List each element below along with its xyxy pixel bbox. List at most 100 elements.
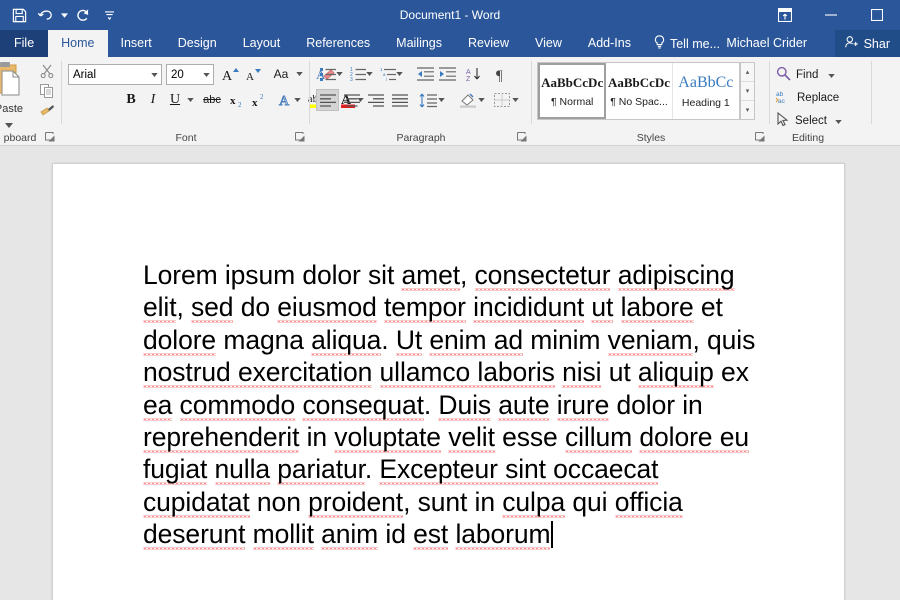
replace-button[interactable]: abac Replace bbox=[776, 87, 839, 109]
numbering-dropdown-icon[interactable] bbox=[364, 63, 375, 85]
document-text-run: minim bbox=[523, 325, 608, 355]
document-page[interactable]: Lorem ipsum dolor sit amet, consectetur … bbox=[52, 163, 845, 600]
show-formatting-marks-button[interactable]: ¶ bbox=[490, 63, 513, 85]
document-text-run bbox=[610, 260, 617, 290]
document-canvas[interactable]: Lorem ipsum dolor sit amet, consectetur … bbox=[0, 146, 900, 600]
word-application-window: Document1 - Word File Home Insert Design… bbox=[0, 0, 900, 600]
tab-insert[interactable]: Insert bbox=[108, 30, 165, 57]
paste-button[interactable]: Paste bbox=[0, 61, 34, 123]
document-line: elit, sed do eiusmod tempor incididunt u… bbox=[143, 291, 763, 323]
document-text-run: , quis bbox=[693, 325, 756, 355]
font-dialog-launcher-icon[interactable] bbox=[295, 132, 306, 143]
underline-button[interactable]: U bbox=[164, 89, 186, 111]
minimize-icon[interactable] bbox=[808, 0, 854, 30]
svg-text:ab: ab bbox=[776, 91, 784, 98]
misspelled-word: pariatur bbox=[277, 454, 365, 485]
account-name[interactable]: Michael Crider bbox=[726, 30, 807, 57]
ribbon-display-options-icon[interactable] bbox=[762, 0, 808, 30]
align-left-button[interactable] bbox=[316, 89, 339, 111]
select-dropdown-icon[interactable] bbox=[835, 115, 842, 127]
font-size-dropdown-icon[interactable] bbox=[199, 65, 213, 84]
select-button[interactable]: Select bbox=[776, 110, 842, 132]
italic-button[interactable]: I bbox=[142, 89, 164, 111]
tab-home[interactable]: Home bbox=[48, 30, 107, 57]
document-text-run bbox=[613, 292, 620, 322]
cut-button[interactable] bbox=[36, 61, 58, 81]
misspelled-word: sed bbox=[191, 292, 233, 323]
shrink-font-button[interactable]: A bbox=[242, 63, 264, 85]
misspelled-word: cillum bbox=[565, 422, 632, 453]
find-label: Find bbox=[796, 69, 818, 81]
misspelled-word: fugiat bbox=[143, 454, 207, 485]
tab-file[interactable]: File bbox=[0, 30, 48, 57]
justify-button[interactable] bbox=[388, 89, 411, 111]
find-dropdown-icon[interactable] bbox=[828, 69, 835, 81]
clipboard-small-buttons bbox=[36, 61, 58, 121]
ribbon-group-editing: Find abac Replace Select Edi bbox=[770, 57, 900, 146]
replace-icon: abac bbox=[776, 89, 792, 107]
tell-me-search[interactable]: Tell me... bbox=[644, 30, 730, 57]
multilevel-list-dropdown-icon[interactable] bbox=[394, 63, 405, 85]
align-right-button[interactable] bbox=[364, 89, 387, 111]
styles-more-icon[interactable]: ▾ bbox=[741, 101, 754, 119]
replace-label: Replace bbox=[797, 92, 839, 104]
svg-text:A: A bbox=[222, 69, 233, 83]
font-size-combobox[interactable]: 20 bbox=[166, 64, 214, 85]
style-item-no-spacing[interactable]: AaBbCcDc ¶ No Spac... bbox=[606, 63, 672, 119]
tab-view[interactable]: View bbox=[522, 30, 575, 57]
font-name-dropdown-icon[interactable] bbox=[147, 65, 161, 84]
underline-dropdown-icon[interactable] bbox=[185, 89, 196, 111]
misspelled-word: nostrud exercitation bbox=[143, 357, 372, 388]
styles-gallery-scrollbar[interactable]: ▴ ▾ ▾ bbox=[740, 62, 755, 120]
misspelled-word: nisi bbox=[562, 357, 601, 388]
sort-button[interactable]: AZ bbox=[462, 63, 485, 85]
copy-button[interactable] bbox=[36, 81, 58, 101]
styles-gallery: AaBbCcDc ¶ Normal AaBbCcDc ¶ No Spac... … bbox=[537, 62, 740, 120]
misspelled-word: ullamco laboris bbox=[380, 357, 555, 388]
tab-design[interactable]: Design bbox=[165, 30, 230, 57]
subscript-button[interactable]: x2 bbox=[228, 89, 250, 111]
misspelled-word: voluptate bbox=[334, 422, 441, 453]
line-spacing-dropdown-icon[interactable] bbox=[436, 89, 447, 111]
text-effects-dropdown-icon[interactable] bbox=[292, 89, 303, 111]
increase-indent-button[interactable] bbox=[436, 63, 459, 85]
misspelled-word: tempor bbox=[384, 292, 466, 323]
find-button[interactable]: Find bbox=[776, 64, 835, 86]
paste-dropdown-icon[interactable] bbox=[5, 115, 13, 133]
bold-button[interactable]: B bbox=[120, 89, 142, 111]
format-painter-button[interactable] bbox=[36, 101, 58, 121]
styles-dialog-launcher-icon[interactable] bbox=[755, 132, 766, 143]
share-button[interactable]: Shar bbox=[835, 30, 900, 57]
document-line: cupidatat non proident, sunt in culpa qu… bbox=[143, 486, 763, 518]
styles-scroll-down-icon[interactable]: ▾ bbox=[741, 82, 754, 101]
shading-dropdown-icon[interactable] bbox=[476, 89, 487, 111]
change-case-button[interactable]: Aa bbox=[267, 63, 295, 85]
ribbon-tab-bar: File Home Insert Design Layout Reference… bbox=[0, 30, 900, 57]
paragraph-dialog-launcher-icon[interactable] bbox=[517, 132, 528, 143]
borders-dropdown-icon[interactable] bbox=[510, 89, 521, 111]
window-controls bbox=[762, 0, 900, 30]
tab-add-ins[interactable]: Add-Ins bbox=[575, 30, 644, 57]
tab-mailings[interactable]: Mailings bbox=[383, 30, 455, 57]
tab-review[interactable]: Review bbox=[455, 30, 522, 57]
style-item-heading-1[interactable]: AaBbCc Heading 1 bbox=[673, 63, 739, 119]
grow-font-button[interactable]: A bbox=[220, 63, 242, 85]
superscript-button[interactable]: x2 bbox=[250, 89, 272, 111]
change-case-dropdown-icon[interactable] bbox=[294, 63, 305, 85]
decrease-indent-button[interactable] bbox=[414, 63, 437, 85]
document-body-text[interactable]: Lorem ipsum dolor sit amet, consectetur … bbox=[143, 259, 763, 551]
tab-references[interactable]: References bbox=[293, 30, 383, 57]
font-name-combobox[interactable]: Arial bbox=[68, 64, 162, 85]
strikethrough-button[interactable]: abc bbox=[198, 89, 226, 111]
document-text-run bbox=[549, 390, 556, 420]
document-text-run: qui bbox=[565, 487, 615, 517]
maximize-icon[interactable] bbox=[854, 0, 900, 30]
paste-label: Paste bbox=[0, 103, 23, 115]
group-label-editing: Editing bbox=[770, 132, 846, 144]
tab-layout[interactable]: Layout bbox=[230, 30, 294, 57]
bullets-dropdown-icon[interactable] bbox=[334, 63, 345, 85]
clipboard-dialog-launcher-icon[interactable] bbox=[45, 132, 56, 143]
align-center-button[interactable] bbox=[340, 89, 363, 111]
style-item-normal[interactable]: AaBbCcDc ¶ Normal bbox=[538, 63, 606, 119]
styles-scroll-up-icon[interactable]: ▴ bbox=[741, 63, 754, 82]
